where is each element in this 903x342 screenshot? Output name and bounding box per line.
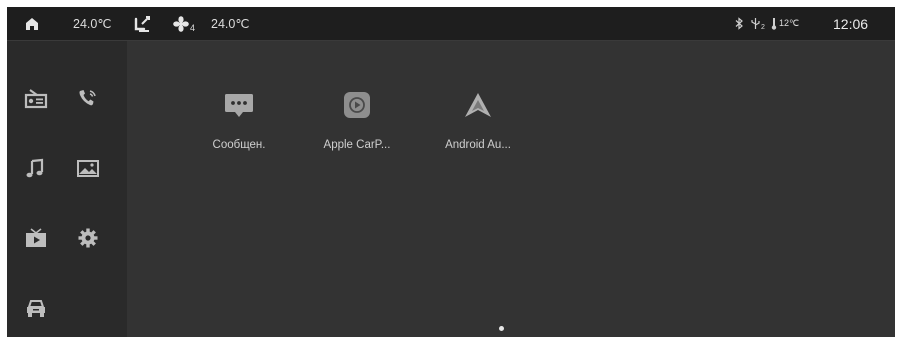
driver-temp[interactable]: 24.0℃ [73,7,111,40]
sidebar-item-gallery[interactable] [76,157,102,181]
outside-temp-value: 12℃ [779,18,800,28]
video-icon [26,228,46,247]
app-messages[interactable]: Сообщен. [184,89,294,151]
bluetooth-icon [735,17,743,30]
airflow-seat-icon [134,15,150,32]
bluetooth-status [735,7,744,40]
settings-gear-icon [78,228,98,248]
airflow-mode-button[interactable] [133,7,153,40]
music-icon [26,158,44,178]
android-auto-icon [465,93,491,117]
messages-icon [225,94,253,117]
app-apple-carplay[interactable]: Apple CarP... [302,89,412,151]
app-label: Сообщен. [212,139,266,151]
usb-index: 2 [761,24,765,31]
fan-level: 4 [190,22,196,33]
sidebar-item-video[interactable] [24,227,50,251]
sidebar-item-vehicle[interactable] [24,297,50,321]
app-label: Android Au... [445,139,511,151]
fan-icon [173,15,189,32]
app-grid: Сообщен. Apple CarP... Android Au... [127,41,895,337]
radio-icon [24,89,48,109]
apple-carplay-icon [344,92,370,118]
sidebar-item-music[interactable] [24,157,50,181]
infotainment-screen: 24.0℃ 4 24.0℃ 2 12℃ 12:06 Сообщен. Apple… [7,7,895,337]
fan-speed[interactable]: 4 [173,7,195,40]
phone-icon [79,90,96,106]
sidebar-item-phone[interactable] [76,87,102,111]
usb-icon [751,18,760,29]
sidebar [7,41,127,337]
car-icon [27,300,45,317]
clock: 12:06 [833,15,869,32]
home-icon [26,17,38,30]
page-indicator [499,326,504,331]
home-button[interactable] [25,7,39,40]
outside-temperature: 12℃ [771,7,799,40]
passenger-temp[interactable]: 24.0℃ [211,7,249,40]
usb-status: 2 [750,7,765,40]
gallery-icon [77,160,99,177]
app-label: Apple CarP... [323,139,391,151]
thermometer-icon [771,18,777,30]
sidebar-item-radio[interactable] [24,87,50,111]
app-android-auto[interactable]: Android Au... [423,89,533,151]
status-bar: 24.0℃ 4 24.0℃ 2 12℃ 12:06 [7,7,895,41]
sidebar-item-settings[interactable] [76,227,102,251]
